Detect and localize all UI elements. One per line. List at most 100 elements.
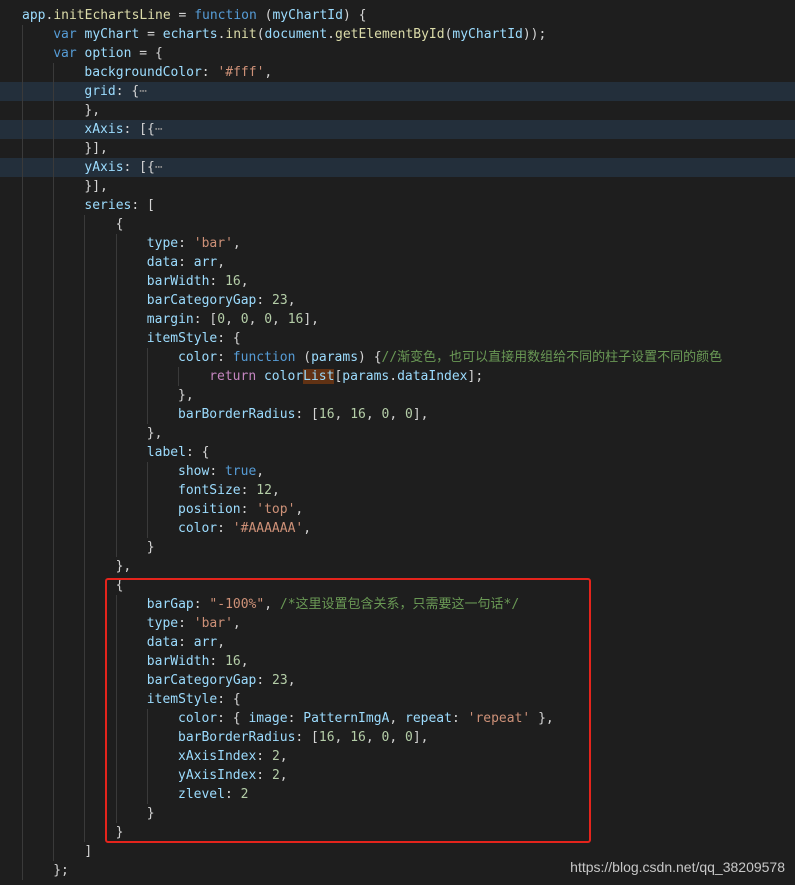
- code-line[interactable]: margin: [0, 0, 0, 16],: [0, 310, 795, 329]
- indent-guide: [53, 234, 55, 253]
- indent-guide: [84, 253, 86, 272]
- code-line[interactable]: label: {: [0, 443, 795, 462]
- code-token: backgroundColor: [84, 65, 202, 80]
- indent-guide: [146, 405, 148, 424]
- code-line[interactable]: },: [0, 386, 795, 405]
- code-token: 16: [287, 312, 304, 327]
- code-line[interactable]: grid: {⋯: [0, 82, 795, 101]
- code-line[interactable]: itemStyle: {: [0, 329, 795, 348]
- indent-guide: [115, 272, 117, 291]
- indent-guide: [22, 272, 23, 291]
- indent-guide: [22, 101, 23, 120]
- code-token: }],: [84, 179, 108, 194]
- code-token: initEchartsLine: [53, 8, 171, 23]
- indent-guide: [84, 690, 86, 709]
- code-line[interactable]: }: [0, 538, 795, 557]
- code-text: },: [116, 557, 132, 576]
- code-line[interactable]: var option = {: [0, 44, 795, 63]
- code-token: :: [217, 521, 233, 536]
- code-token: data: [146, 255, 179, 270]
- code-token: echarts: [162, 27, 218, 42]
- code-line[interactable]: series: [: [0, 196, 795, 215]
- code-line[interactable]: var myChart = echarts.init(document.getE…: [0, 25, 795, 44]
- indent-guide: [22, 386, 23, 405]
- code-text: margin: [0, 0, 0, 16],: [147, 310, 319, 329]
- indent-guide: [22, 823, 23, 842]
- code-token: grid: [84, 84, 116, 99]
- code-token: }],: [84, 141, 108, 156]
- fold-ellipsis-icon[interactable]: ⋯: [139, 84, 147, 99]
- indent-guide: [22, 63, 23, 82]
- code-line[interactable]: show: true,: [0, 462, 795, 481]
- code-token: document: [264, 27, 328, 42]
- indent-guide: [84, 462, 86, 481]
- indent-guide: [22, 367, 23, 386]
- indent-guide: [84, 500, 86, 519]
- code-line[interactable]: return colorList[params.dataIndex];: [0, 367, 795, 386]
- indent-guide: [22, 785, 23, 804]
- indent-guide: [22, 500, 23, 519]
- code-token: dataIndex: [397, 369, 468, 384]
- code-line[interactable]: {: [0, 215, 795, 234]
- code-token: 0: [264, 312, 273, 327]
- code-line[interactable]: },: [0, 101, 795, 120]
- code-line[interactable]: },: [0, 557, 795, 576]
- code-token: series: [84, 198, 132, 213]
- code-token: ,: [295, 502, 304, 517]
- code-line[interactable]: barWidth: 16,: [0, 272, 795, 291]
- code-line[interactable]: },: [0, 424, 795, 443]
- indent-guide: [22, 234, 23, 253]
- code-token: = {: [131, 46, 163, 61]
- code-token: '#AAAAAA': [232, 521, 304, 536]
- code-token: : [: [193, 312, 218, 327]
- code-line[interactable]: color: '#AAAAAA',: [0, 519, 795, 538]
- code-token: '#fff': [217, 65, 265, 80]
- code-token: List: [303, 369, 335, 384]
- code-line[interactable]: data: arr,: [0, 253, 795, 272]
- indent-guide: [115, 386, 117, 405]
- code-line[interactable]: barCategoryGap: 23,: [0, 291, 795, 310]
- indent-guide: [22, 842, 23, 861]
- code-text: barWidth: 16,: [147, 272, 249, 291]
- code-text: type: 'bar',: [147, 234, 241, 253]
- code-token: fontSize: [178, 483, 241, 498]
- code-line[interactable]: backgroundColor: '#fff',: [0, 63, 795, 82]
- fold-ellipsis-icon[interactable]: ⋯: [155, 122, 163, 137]
- code-token: myChartId: [452, 27, 523, 42]
- code-line[interactable]: barBorderRadius: [16, 16, 0, 0],: [0, 405, 795, 424]
- code-line[interactable]: type: 'bar',: [0, 234, 795, 253]
- indent-guide: [115, 329, 117, 348]
- indent-guide: [53, 177, 55, 196]
- code-line[interactable]: color: function (params) {//渐变色，也可以直接用数组…: [0, 348, 795, 367]
- code-token: ];: [467, 369, 484, 384]
- code-token: 0: [217, 312, 226, 327]
- indent-guide: [115, 291, 117, 310]
- indent-guide: [115, 367, 117, 386]
- code-token: (: [295, 350, 312, 365]
- code-token: {: [115, 217, 124, 232]
- code-line[interactable]: }],: [0, 139, 795, 158]
- indent-guide: [146, 462, 148, 481]
- code-token: 12: [256, 483, 272, 498]
- indent-guide: [84, 747, 86, 766]
- code-text: data: arr,: [147, 253, 225, 272]
- code-line[interactable]: yAxis: [{⋯: [0, 158, 795, 177]
- indent-guide: [84, 443, 86, 462]
- code-text: fontSize: 12,: [178, 481, 280, 500]
- code-line[interactable]: }],: [0, 177, 795, 196]
- code-token: ,: [365, 407, 382, 422]
- code-token: (: [256, 27, 265, 42]
- fold-ellipsis-icon[interactable]: ⋯: [155, 160, 163, 175]
- code-token: show: [178, 464, 210, 479]
- code-line[interactable]: xAxis: [{⋯: [0, 120, 795, 139]
- indent-guide: [53, 747, 55, 766]
- indent-guide: [53, 120, 55, 139]
- code-text: backgroundColor: '#fff',: [84, 63, 272, 82]
- code-text: }: [147, 538, 155, 557]
- code-line[interactable]: app.initEchartsLine = function (myChartI…: [0, 6, 795, 25]
- indent-guide: [53, 101, 55, 120]
- code-line[interactable]: position: 'top',: [0, 500, 795, 519]
- code-line[interactable]: fontSize: 12,: [0, 481, 795, 500]
- code-token: 16: [318, 407, 335, 422]
- indent-guide: [22, 538, 23, 557]
